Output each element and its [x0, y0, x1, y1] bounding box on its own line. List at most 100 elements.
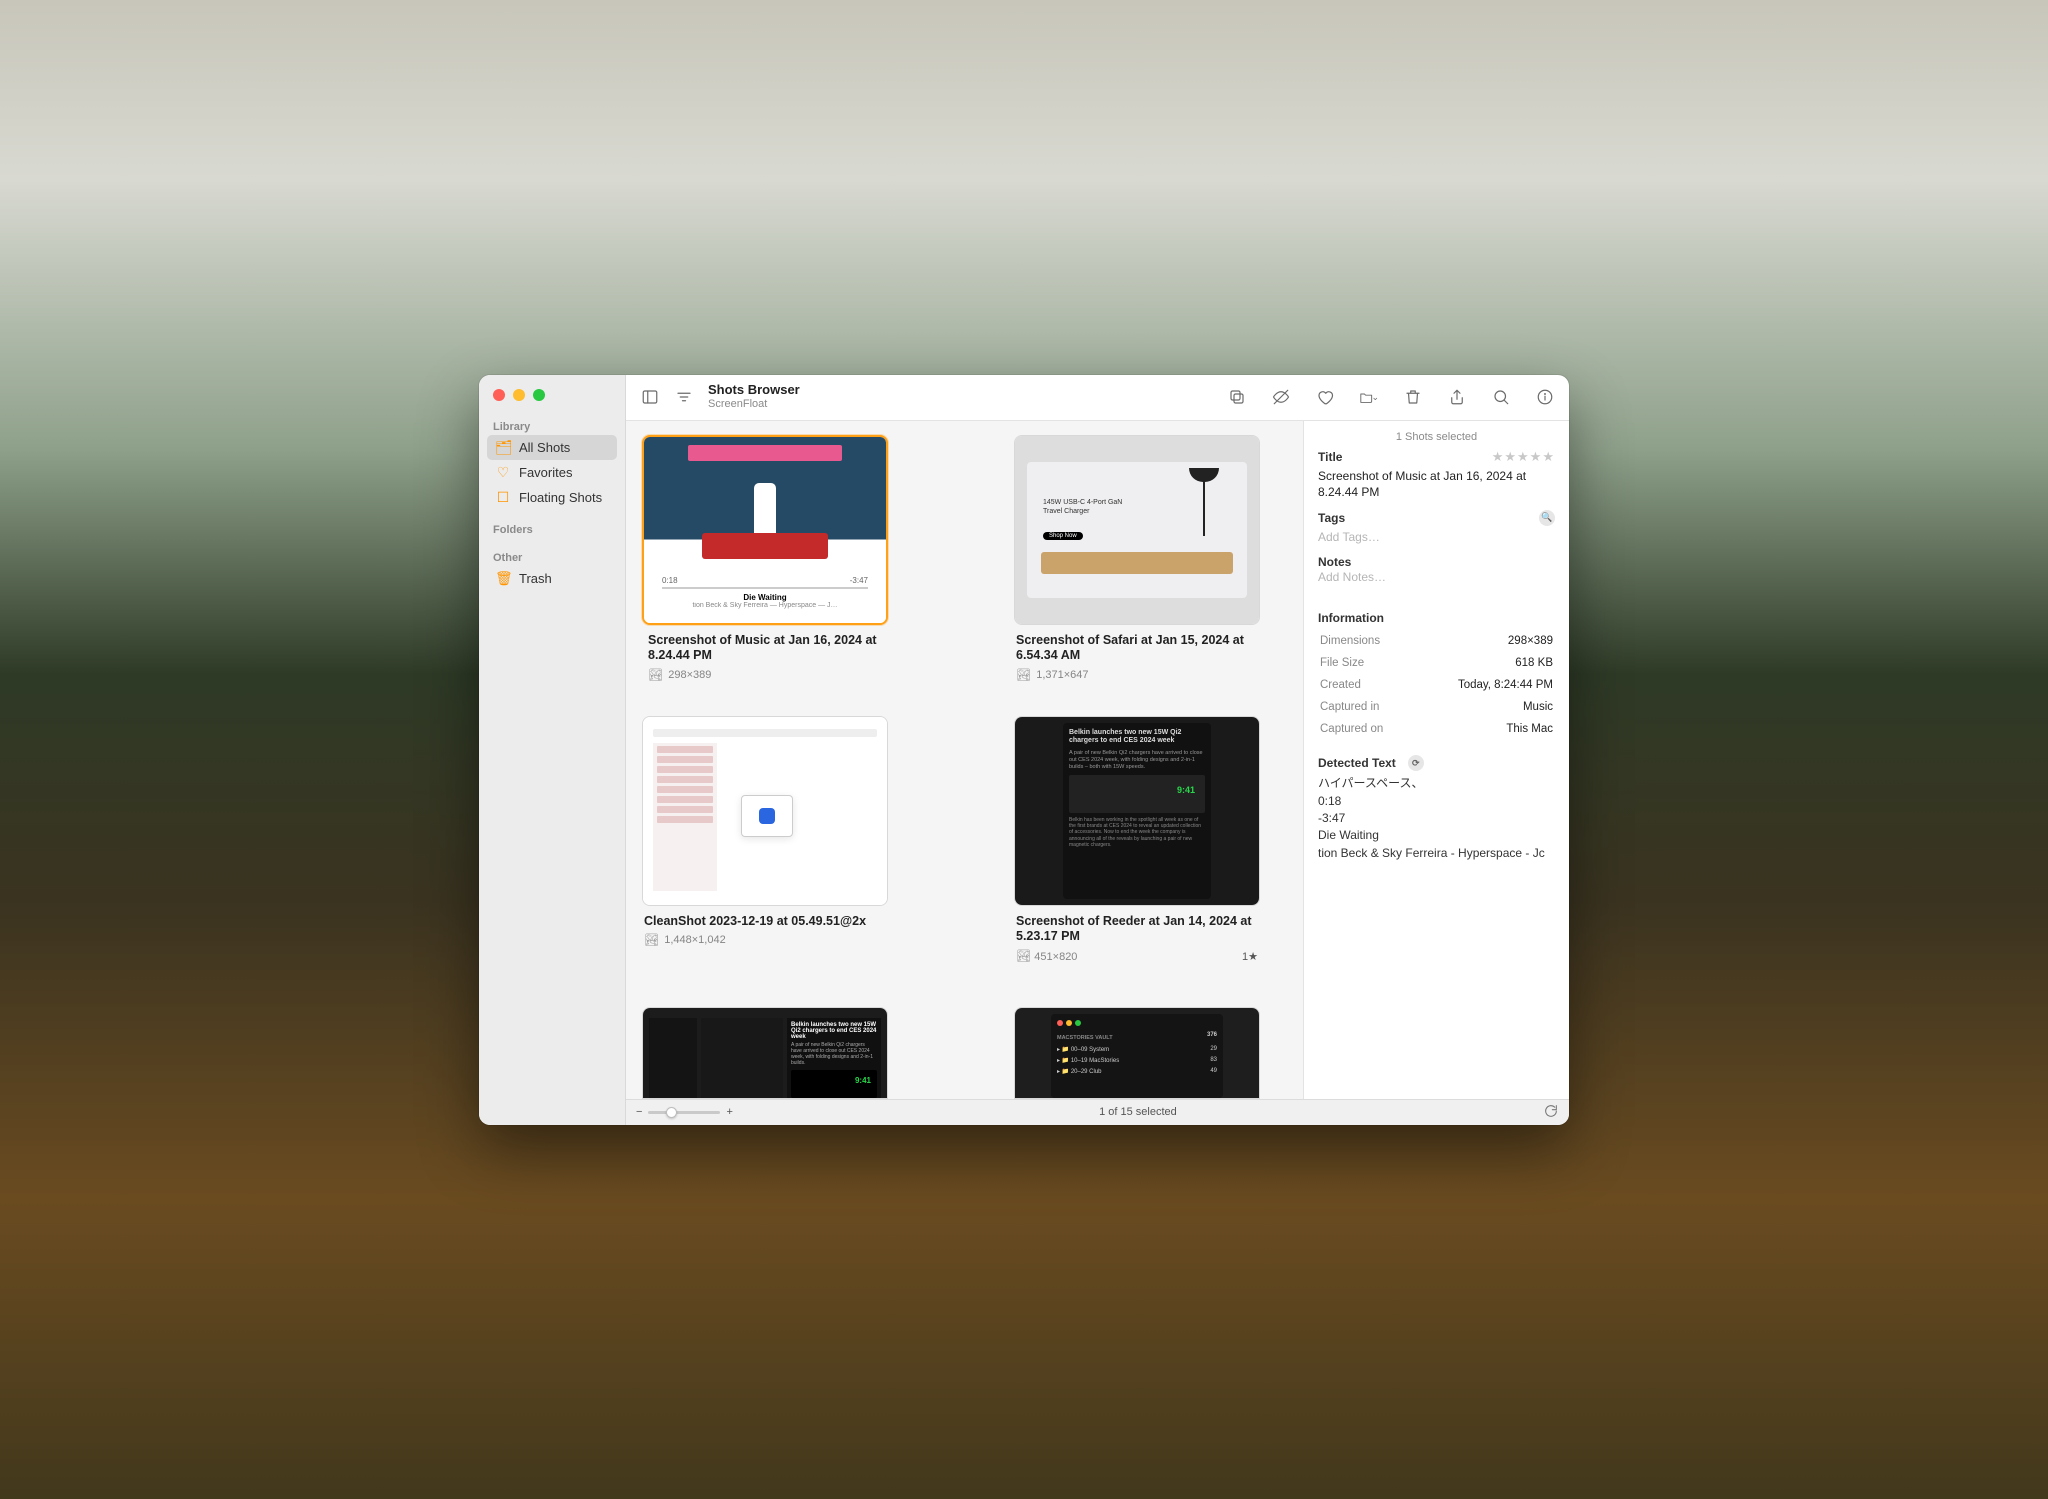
window-controls: [487, 385, 617, 417]
image-icon: 🏞︎: [648, 668, 663, 682]
thumb-heading: Belkin launches two new 15W Qi2 chargers…: [1069, 729, 1205, 746]
grid-pane: 0:18 -3:47 Die Waiting tion Beck & Sky Fe…: [626, 421, 1303, 1099]
selection-count: 1 Shots selected: [1318, 431, 1555, 443]
close-icon[interactable]: [493, 389, 505, 401]
heart-icon: ♡: [495, 464, 511, 481]
shot-dimensions: 298×389: [668, 669, 711, 681]
shot-card[interactable]: Belkin launches two new 15W Qi2 chargers…: [642, 1007, 888, 1099]
info-created: Today, 8:24:44 PM: [1414, 675, 1553, 695]
thumb-time-right: -3:47: [850, 576, 868, 585]
shot-dimensions: 451×820: [1034, 951, 1077, 963]
thumb-text: 145W USB-C 4-Port GaN Travel Charger: [1043, 498, 1123, 516]
title-label: Title: [1318, 450, 1342, 464]
thumb-artist: tion Beck & Sky Ferreira — Hyperspace — …: [662, 602, 868, 609]
search-button[interactable]: [1491, 387, 1511, 407]
shot-title: Screenshot of Safari at Jan 15, 2024 at …: [1016, 633, 1258, 664]
duplicate-button[interactable]: [1227, 387, 1247, 407]
sidebar: Library 🗂︎ All Shots ♡ Favorites ☐ Float…: [479, 375, 626, 1125]
main-column: Shots Browser ScreenFloat ⌄: [626, 375, 1569, 1125]
info-dimensions: 298×389: [1414, 631, 1553, 651]
title-value[interactable]: Screenshot of Music at Jan 16, 2024 at 8…: [1318, 468, 1555, 500]
thumb-button: Shop Now: [1043, 532, 1083, 540]
sidebar-item-favorites[interactable]: ♡ Favorites: [487, 460, 617, 485]
footer-status: 1 of 15 selected: [743, 1106, 1533, 1118]
floating-icon: ☐: [495, 489, 511, 506]
toolbar-title: Shots Browser ScreenFloat: [708, 383, 800, 411]
shot-thumbnail[interactable]: 145W USB-C 4-Port GaN Travel Charger Sho…: [1014, 435, 1260, 625]
maximize-icon[interactable]: [533, 389, 545, 401]
thumb-body: A pair of new Belkin Qi2 chargers have a…: [1069, 750, 1205, 771]
trash-icon: 🗑︎: [495, 570, 511, 587]
shot-rating: 1★: [1242, 950, 1258, 963]
image-icon: 🏞︎: [1016, 949, 1031, 963]
info-table: Dimensions298×389 File Size618 KB Create…: [1318, 629, 1555, 741]
share-button[interactable]: [1447, 387, 1467, 407]
filter-button[interactable]: [674, 387, 694, 407]
sidebar-section-other: Other: [487, 548, 617, 566]
app-window: Library 🗂︎ All Shots ♡ Favorites ☐ Float…: [479, 375, 1569, 1125]
zoom-out-icon[interactable]: −: [636, 1106, 642, 1118]
shot-thumbnail[interactable]: Belkin launches two new 15W Qi2 chargers…: [642, 1007, 888, 1099]
search-tags-icon[interactable]: 🔍: [1539, 510, 1555, 526]
shot-dimensions: 1,371×647: [1036, 669, 1088, 681]
delete-button[interactable]: [1403, 387, 1423, 407]
info-header: Information: [1318, 611, 1555, 625]
minimize-icon[interactable]: [513, 389, 525, 401]
notes-label: Notes: [1318, 555, 1555, 569]
sidebar-item-all-shots[interactable]: 🗂︎ All Shots: [487, 435, 617, 460]
sidebar-item-label: Floating Shots: [519, 490, 602, 505]
zoom-slider[interactable]: [648, 1111, 720, 1114]
sidebar-item-label: Favorites: [519, 465, 572, 480]
shot-card[interactable]: Belkin launches two new 15W Qi2 chargers…: [1014, 716, 1260, 963]
thumb-time-left: 0:18: [662, 576, 678, 585]
notes-field[interactable]: Add Notes…: [1318, 569, 1555, 585]
title-text: Shots Browser: [708, 383, 800, 398]
favorite-button[interactable]: [1315, 387, 1335, 407]
sidebar-item-floating-shots[interactable]: ☐ Floating Shots: [487, 485, 617, 510]
thumb-song: Die Waiting: [662, 593, 868, 602]
shot-thumbnail[interactable]: Belkin launches two new 15W Qi2 chargers…: [1014, 716, 1260, 906]
shot-thumbnail[interactable]: 0:18 -3:47 Die Waiting tion Beck & Sky Fe…: [642, 435, 888, 625]
shot-card[interactable]: 145W USB-C 4-Port GaN Travel Charger Sho…: [1014, 435, 1260, 682]
shot-title: Screenshot of Reeder at Jan 14, 2024 at …: [1016, 914, 1258, 945]
toolbar: Shots Browser ScreenFloat ⌄: [626, 375, 1569, 421]
reload-button[interactable]: [1543, 1103, 1559, 1122]
all-shots-icon: 🗂︎: [495, 439, 511, 456]
refresh-detected-icon[interactable]: ⟳: [1408, 755, 1424, 771]
thumb-heading: Belkin launches two new 15W Qi2 chargers…: [791, 1022, 877, 1040]
inspector-panel: 1 Shots selected Title ★★★★★ Screenshot …: [1303, 421, 1569, 1099]
zoom-in-icon[interactable]: +: [726, 1106, 732, 1118]
shot-thumbnail[interactable]: MACSTORIES VAULT376 ▸ 📁 00–09 System29 ▸…: [1014, 1007, 1260, 1099]
info-captured-in: Music: [1414, 697, 1553, 717]
hide-button[interactable]: [1271, 387, 1291, 407]
folder-button[interactable]: ⌄: [1359, 387, 1379, 407]
image-icon: 🏞︎: [644, 933, 659, 947]
shot-thumbnail[interactable]: [642, 716, 888, 906]
info-button[interactable]: [1535, 387, 1555, 407]
detected-text[interactable]: ハイパースペース、 0:18 -3:47 Die Waiting tion Be…: [1318, 775, 1555, 862]
info-filesize: 618 KB: [1414, 653, 1553, 673]
sidebar-item-label: All Shots: [519, 440, 570, 455]
thumb-category: MACSTORIES VAULT: [1057, 1035, 1113, 1041]
shot-title: CleanShot 2023-12-19 at 05.49.51@2x: [644, 914, 886, 930]
shot-card[interactable]: 0:18 -3:47 Die Waiting tion Beck & Sky Fe…: [642, 435, 888, 682]
subtitle-text: ScreenFloat: [708, 398, 800, 411]
shot-card[interactable]: MACSTORIES VAULT376 ▸ 📁 00–09 System29 ▸…: [1014, 1007, 1260, 1099]
thumb-body: A pair of new Belkin Qi2 chargers have a…: [791, 1042, 877, 1066]
rating-stars[interactable]: ★★★★★: [1492, 449, 1555, 465]
sidebar-section-folders: Folders: [487, 520, 617, 538]
sidebar-section-library: Library: [487, 417, 617, 435]
shot-title: Screenshot of Music at Jan 16, 2024 at 8…: [648, 633, 882, 664]
tags-label: Tags: [1318, 511, 1345, 525]
shot-dimensions: 1,448×1,042: [664, 934, 725, 946]
image-icon: 🏞︎: [1016, 668, 1031, 682]
detected-text-label: Detected Text: [1318, 756, 1396, 770]
info-captured-on: This Mac: [1414, 719, 1553, 739]
tags-field[interactable]: Add Tags…: [1318, 529, 1555, 545]
toggle-sidebar-button[interactable]: [640, 387, 660, 407]
sidebar-item-label: Trash: [519, 571, 552, 586]
sidebar-item-trash[interactable]: 🗑︎ Trash: [487, 566, 617, 591]
footer-bar: − + 1 of 15 selected: [626, 1099, 1569, 1125]
zoom-control[interactable]: − +: [636, 1106, 733, 1118]
shot-card[interactable]: CleanShot 2023-12-19 at 05.49.51@2x 🏞︎ 1,…: [642, 716, 888, 963]
